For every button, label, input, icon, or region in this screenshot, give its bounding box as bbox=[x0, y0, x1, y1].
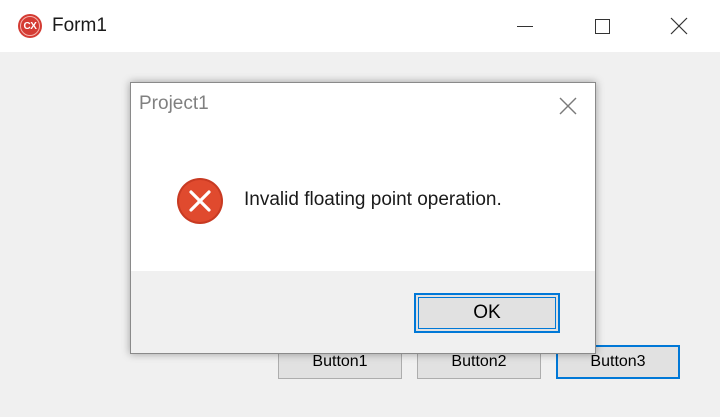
dialog-title: Project1 bbox=[139, 93, 209, 114]
minimize-button[interactable] bbox=[486, 0, 564, 52]
dialog-close-button[interactable] bbox=[553, 91, 583, 121]
maximize-button[interactable] bbox=[563, 0, 641, 52]
app-icon[interactable]: CX bbox=[18, 14, 42, 38]
error-icon bbox=[177, 178, 223, 224]
window-titlebar[interactable]: CX Form1 bbox=[0, 0, 720, 52]
dialog-message: Invalid floating point operation. bbox=[244, 189, 502, 210]
window-title: Form1 bbox=[52, 15, 107, 36]
maximize-icon bbox=[594, 18, 610, 34]
close-icon bbox=[559, 97, 577, 115]
ok-focus-ring bbox=[418, 297, 556, 329]
error-dialog: Project1 Invalid floating point operatio… bbox=[130, 82, 596, 354]
app-icon-label: CX bbox=[20, 16, 40, 36]
ok-button[interactable]: OK bbox=[414, 293, 560, 333]
close-icon bbox=[670, 17, 688, 35]
dialog-footer: OK bbox=[131, 271, 595, 353]
minimize-icon bbox=[517, 25, 533, 27]
close-button[interactable] bbox=[640, 0, 718, 52]
